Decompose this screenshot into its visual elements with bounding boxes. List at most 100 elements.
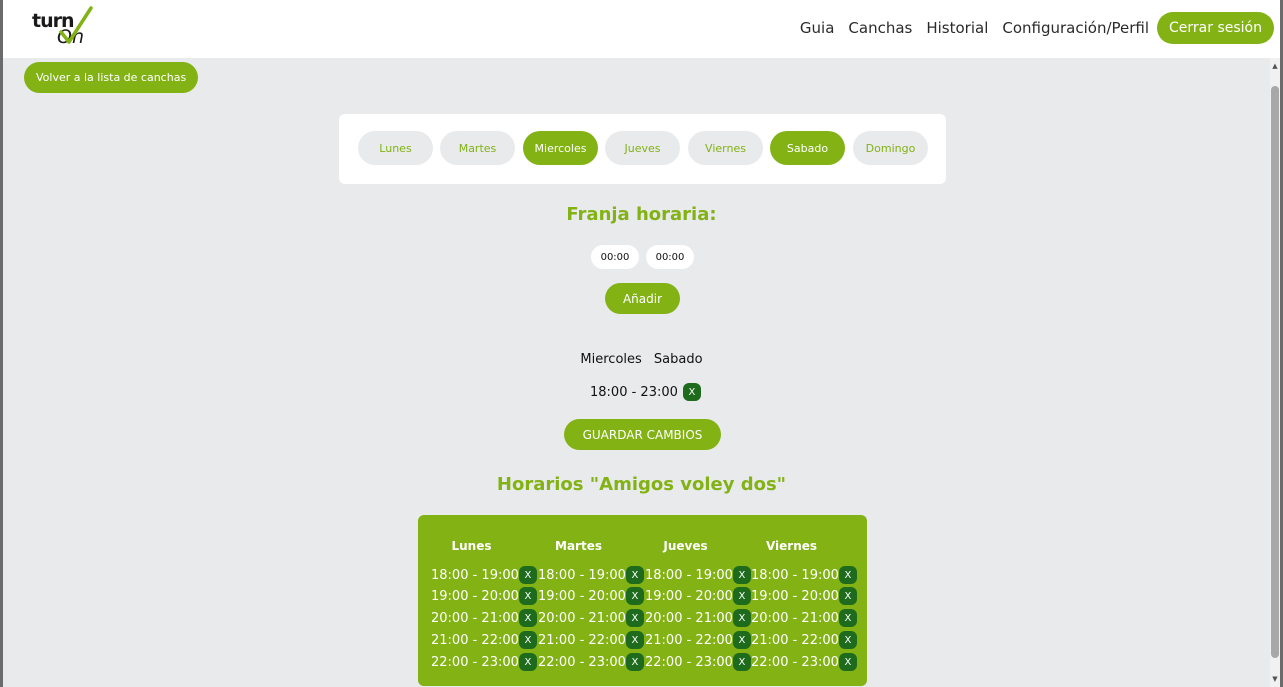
scroll-down-arrow-icon[interactable]: ▼ bbox=[1270, 673, 1280, 685]
scroll-up-arrow-icon[interactable]: ▲ bbox=[1270, 60, 1280, 72]
remove-slot-button[interactable]: X bbox=[625, 653, 644, 671]
remove-slot-button[interactable]: X bbox=[625, 631, 644, 649]
schedule-day-header: Viernes bbox=[765, 539, 818, 553]
top-navbar: turn On Guia Canchas Historial Configura… bbox=[3, 0, 1280, 58]
schedule-slot: 20:00 - 21:00 X bbox=[645, 609, 751, 627]
schedule-slot: 22:00 - 23:00 X bbox=[751, 653, 857, 671]
nav-historial[interactable]: Historial bbox=[926, 19, 988, 37]
turnon-logo[interactable]: turn On bbox=[31, 6, 95, 48]
remove-pending-slot-button[interactable]: X bbox=[682, 383, 701, 401]
app-viewport: turn On Guia Canchas Historial Configura… bbox=[3, 0, 1280, 687]
selected-days: Miercoles Sabado bbox=[3, 352, 1280, 367]
pending-slot: 18:00 - 23:00 X bbox=[590, 382, 701, 402]
schedule-slot: 18:00 - 19:00 X bbox=[431, 566, 537, 584]
remove-slot-button[interactable]: X bbox=[838, 631, 857, 649]
schedule-slot-time: 19:00 - 20:00 bbox=[751, 588, 839, 604]
schedule-slot: 21:00 - 22:00 X bbox=[538, 631, 644, 649]
schedule-slot-time: 21:00 - 22:00 bbox=[538, 632, 626, 648]
schedule-slot-time: 22:00 - 23:00 bbox=[538, 654, 626, 670]
remove-slot-button[interactable]: X bbox=[518, 653, 537, 671]
remove-slot-button[interactable]: X bbox=[732, 609, 751, 627]
remove-slot-button[interactable]: X bbox=[732, 631, 751, 649]
schedule-day-header: Lunes bbox=[451, 539, 492, 553]
schedule-title: Horarios "Amigos voley dos" bbox=[496, 474, 787, 495]
schedule-table: Lunes 18:00 - 19:00 X 19:00 - 20:00 X 20:00 -… bbox=[418, 515, 867, 686]
schedule-slot-time: 20:00 - 21:00 bbox=[431, 610, 519, 626]
schedule-slot: 20:00 - 21:00 X bbox=[751, 609, 857, 627]
schedule-slot-time: 18:00 - 19:00 bbox=[645, 567, 733, 583]
nav-guia[interactable]: Guia bbox=[800, 19, 835, 37]
schedule-slot-time: 22:00 - 23:00 bbox=[751, 654, 839, 670]
schedule-slot-time: 22:00 - 23:00 bbox=[431, 654, 519, 670]
schedule-slot: 19:00 - 20:00 X bbox=[645, 587, 751, 605]
schedule-slot-time: 20:00 - 21:00 bbox=[538, 610, 626, 626]
schedule-day-header: Martes bbox=[555, 539, 602, 553]
schedule-slot: 20:00 - 21:00 X bbox=[431, 609, 537, 627]
schedule-slot-time: 19:00 - 20:00 bbox=[538, 588, 626, 604]
schedule-slot: 21:00 - 22:00 X bbox=[645, 631, 751, 649]
schedule-slot-time: 20:00 - 21:00 bbox=[751, 610, 839, 626]
schedule-slot: 22:00 - 23:00 X bbox=[431, 653, 537, 671]
schedule-slot: 22:00 - 23:00 X bbox=[538, 653, 644, 671]
schedule-slot: 19:00 - 20:00 X bbox=[538, 587, 644, 605]
remove-slot-button[interactable]: X bbox=[838, 653, 857, 671]
schedule-slot-time: 19:00 - 20:00 bbox=[431, 588, 519, 604]
schedule-slot-time: 19:00 - 20:00 bbox=[645, 588, 733, 604]
remove-slot-button[interactable]: X bbox=[732, 587, 751, 605]
day-pill-viernes[interactable]: Viernes bbox=[688, 131, 763, 165]
day-pill-martes[interactable]: Martes bbox=[440, 131, 515, 165]
schedule-slot: 18:00 - 19:00 X bbox=[538, 566, 644, 584]
remove-slot-button[interactable]: X bbox=[838, 566, 857, 584]
schedule-slot: 18:00 - 19:00 X bbox=[645, 566, 751, 584]
schedule-slot-time: 18:00 - 19:00 bbox=[751, 567, 839, 583]
remove-slot-button[interactable]: X bbox=[838, 609, 857, 627]
nav-configuracion[interactable]: Configuración/Perfil bbox=[1002, 19, 1149, 37]
remove-slot-button[interactable]: X bbox=[625, 587, 644, 605]
day-pill-sabado[interactable]: Sabado bbox=[770, 131, 845, 165]
pending-slot-time: 18:00 - 23:00 bbox=[590, 384, 678, 400]
remove-slot-button[interactable]: X bbox=[838, 587, 857, 605]
schedule-slot-time: 21:00 - 22:00 bbox=[645, 632, 733, 648]
schedule-slot-time: 18:00 - 19:00 bbox=[431, 567, 519, 583]
main-nav: Guia Canchas Historial Configuración/Per… bbox=[800, 12, 1274, 44]
schedule-slot: 20:00 - 21:00 X bbox=[538, 609, 644, 627]
day-pill-domingo[interactable]: Domingo bbox=[853, 131, 928, 165]
schedule-slot: 19:00 - 20:00 X bbox=[431, 587, 537, 605]
day-selector: Lunes Martes Miercoles Jueves Viernes Sa… bbox=[339, 114, 946, 184]
day-pill-jueves[interactable]: Jueves bbox=[605, 131, 680, 165]
logout-button[interactable]: Cerrar sesión bbox=[1157, 12, 1274, 44]
nav-canchas[interactable]: Canchas bbox=[848, 19, 912, 37]
selected-day: Sabado bbox=[653, 352, 703, 367]
schedule-slot-time: 22:00 - 23:00 bbox=[645, 654, 733, 670]
end-time-input[interactable]: 00:00 bbox=[646, 245, 694, 269]
schedule-slot: 19:00 - 20:00 X bbox=[751, 587, 857, 605]
schedule-slot: 18:00 - 19:00 X bbox=[751, 566, 857, 584]
remove-slot-button[interactable]: X bbox=[518, 566, 537, 584]
schedule-slot: 21:00 - 22:00 X bbox=[431, 631, 537, 649]
remove-slot-button[interactable]: X bbox=[625, 609, 644, 627]
schedule-slot: 22:00 - 23:00 X bbox=[645, 653, 751, 671]
back-to-courts-button[interactable]: Volver a la lista de canchas bbox=[24, 62, 199, 93]
save-changes-button[interactable]: GUARDAR CAMBIOS bbox=[564, 419, 721, 450]
schedule-slot-time: 18:00 - 19:00 bbox=[538, 567, 626, 583]
day-pill-lunes[interactable]: Lunes bbox=[358, 131, 433, 165]
schedule-slot-time: 21:00 - 22:00 bbox=[431, 632, 519, 648]
remove-slot-button[interactable]: X bbox=[625, 566, 644, 584]
start-time-input[interactable]: 00:00 bbox=[591, 245, 639, 269]
scrollbar-thumb[interactable] bbox=[1271, 86, 1279, 658]
day-pill-miercoles[interactable]: Miercoles bbox=[523, 131, 598, 165]
schedule-day-header: Jueves bbox=[663, 539, 708, 553]
schedule-slot-time: 21:00 - 22:00 bbox=[751, 632, 839, 648]
remove-slot-button[interactable]: X bbox=[518, 587, 537, 605]
add-slot-button[interactable]: Añadir bbox=[605, 283, 680, 314]
remove-slot-button[interactable]: X bbox=[732, 653, 751, 671]
remove-slot-button[interactable]: X bbox=[732, 566, 751, 584]
page-scrollbar[interactable]: ▲ ▼ bbox=[1270, 58, 1280, 687]
selected-day: Miercoles bbox=[580, 352, 642, 367]
time-range-title: Franja horaria: bbox=[566, 204, 717, 225]
schedule-slot-time: 20:00 - 21:00 bbox=[645, 610, 733, 626]
remove-slot-button[interactable]: X bbox=[518, 609, 537, 627]
checkmark-icon bbox=[59, 6, 93, 44]
remove-slot-button[interactable]: X bbox=[518, 631, 537, 649]
schedule-slot: 21:00 - 22:00 X bbox=[751, 631, 857, 649]
